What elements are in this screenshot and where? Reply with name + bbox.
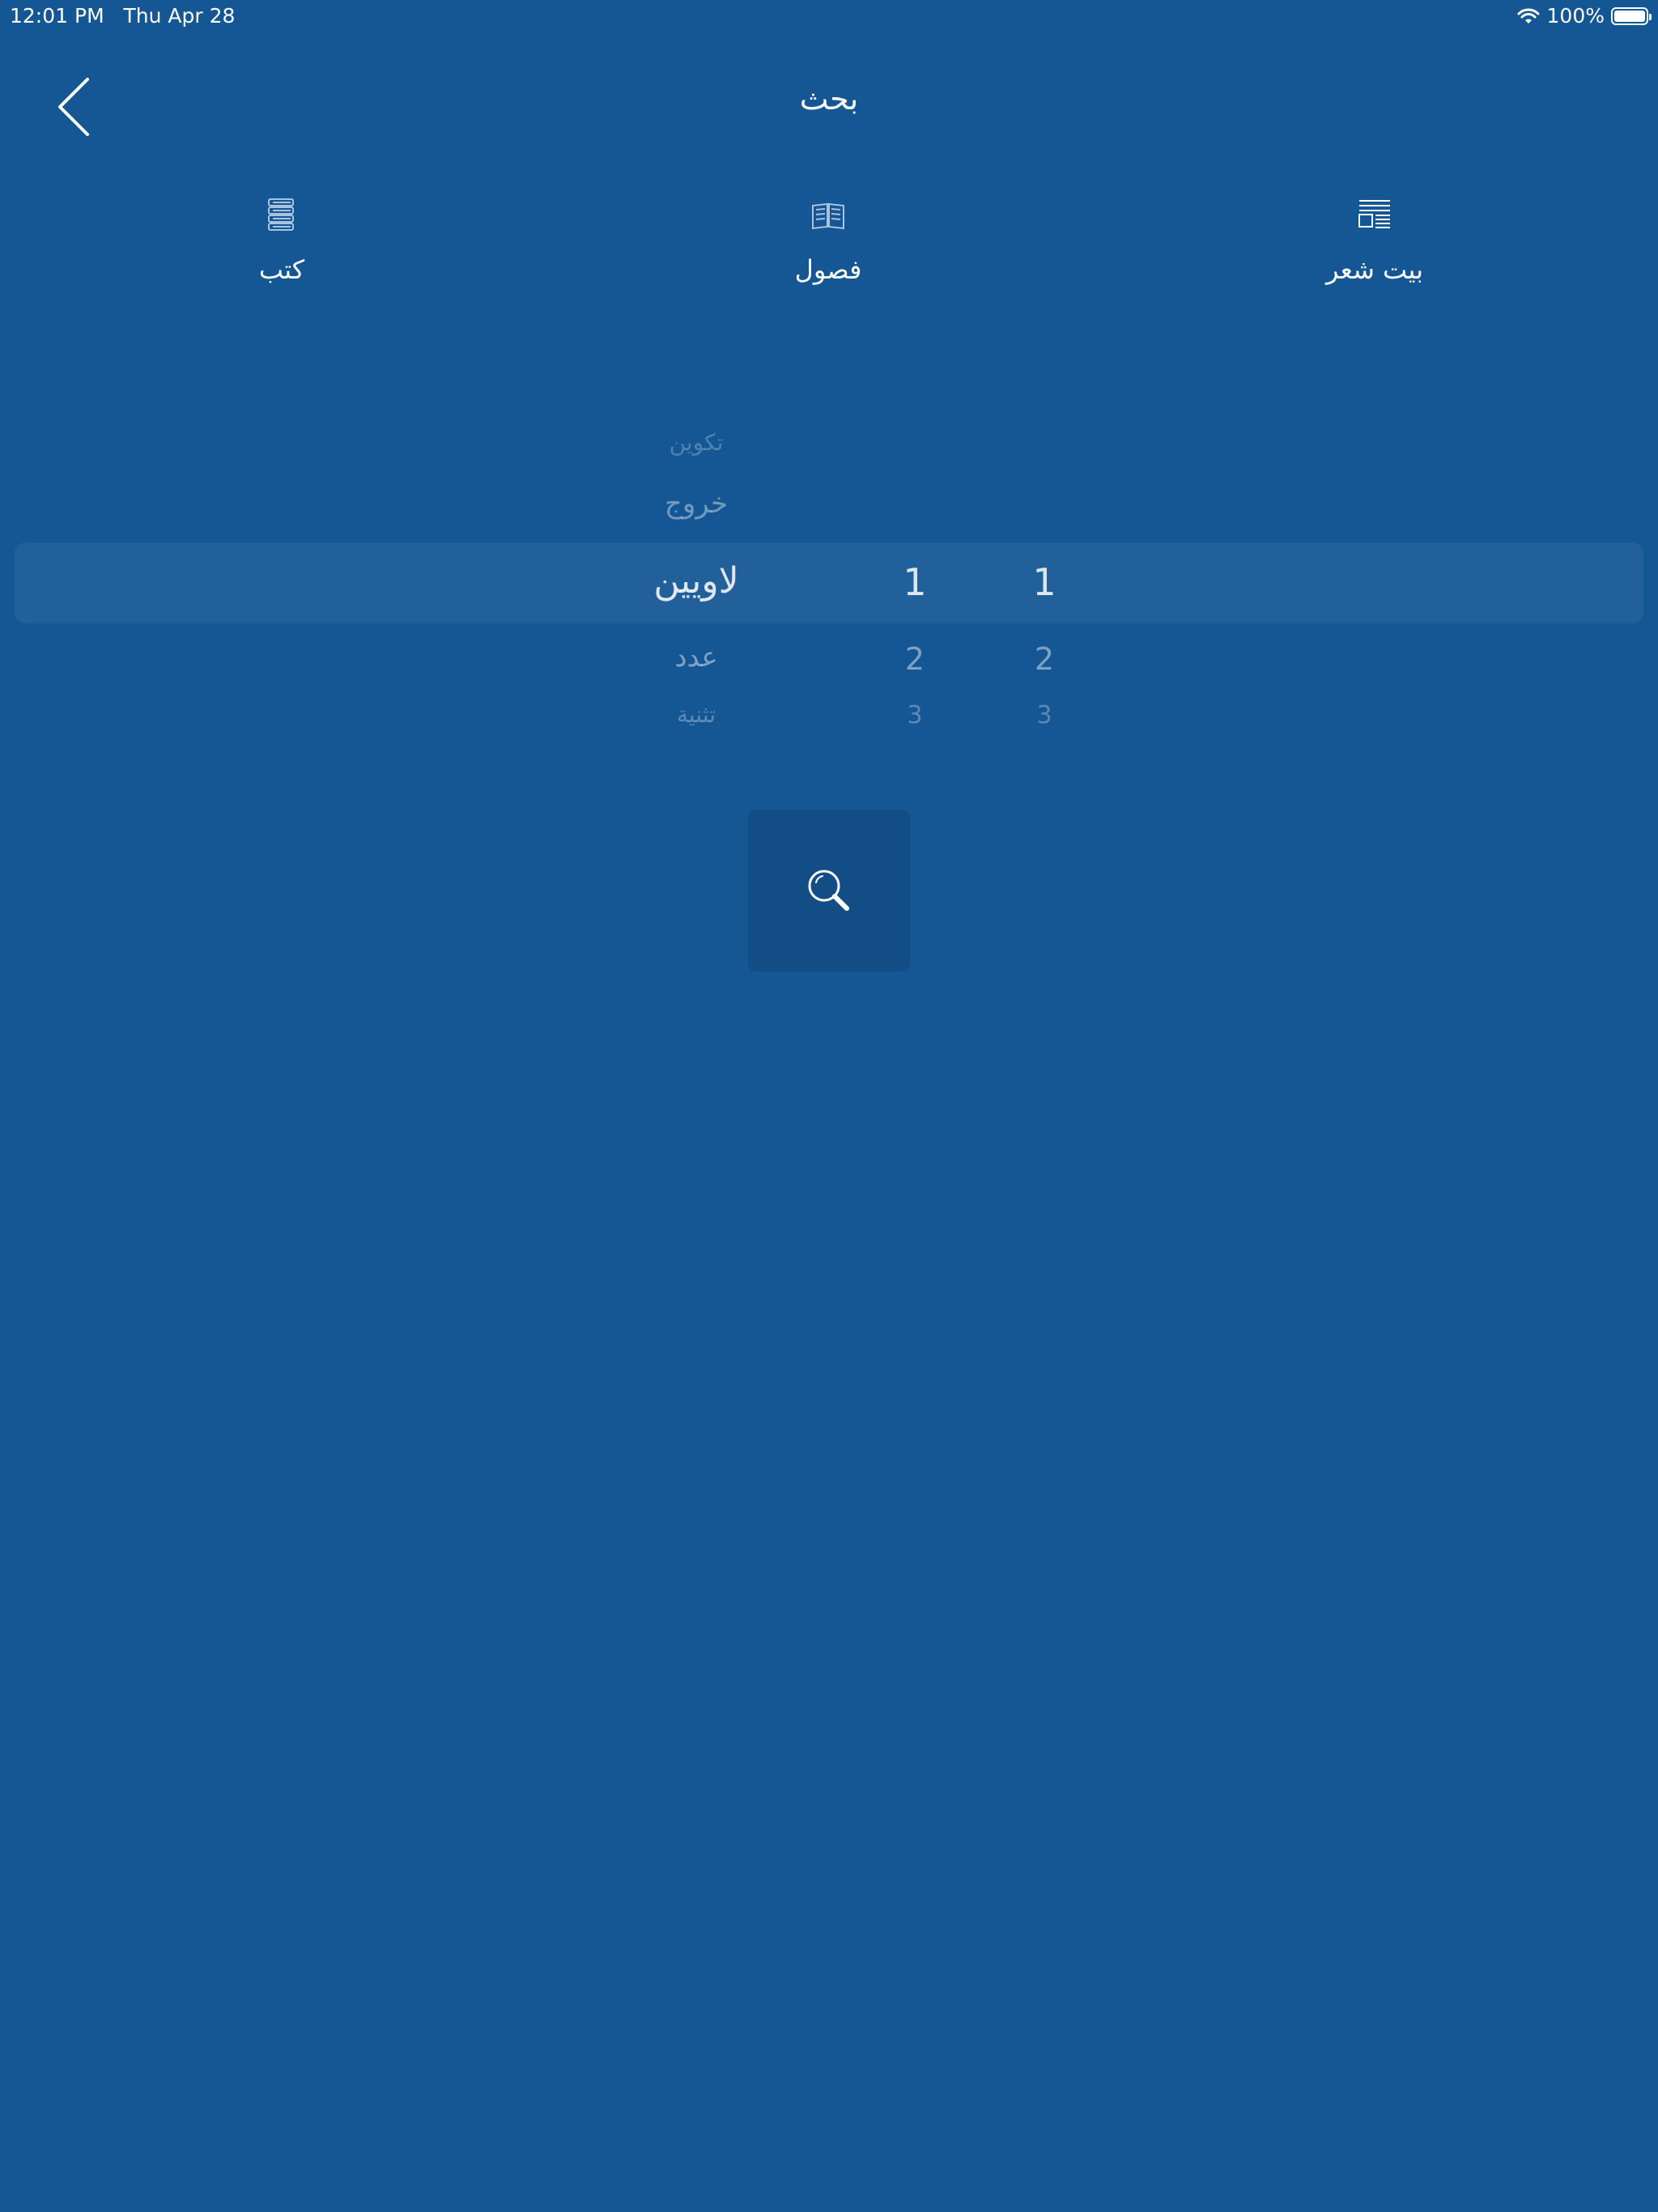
books-stack-icon [268, 198, 294, 231]
picker-book-item[interactable]: خروج [640, 487, 753, 520]
picker-book-item[interactable]: تكوين [640, 429, 753, 456]
tab-books-label: كتب [258, 254, 305, 285]
status-date: Thu Apr 28 [123, 4, 236, 28]
status-time: 12:01 PM [10, 4, 104, 28]
battery-icon [1611, 6, 1652, 25]
search-button[interactable] [748, 810, 910, 972]
battery-fill [1614, 10, 1645, 22]
article-icon [1358, 200, 1390, 228]
picker-chapter-item[interactable]: 2 [882, 641, 947, 677]
status-indicators: 100% [1516, 4, 1652, 28]
tab-verse[interactable]: بيت شعر [1269, 194, 1480, 285]
picker-verse-item[interactable]: 2 [1012, 641, 1077, 677]
picker-book-item-selected[interactable]: لاويين [640, 560, 753, 602]
nav-bar: بحث [0, 57, 1658, 154]
picker-chapter-item-selected[interactable]: 1 [882, 560, 947, 604]
reference-picker[interactable]: تكوين خروج لاويين عدد تثنية 1 2 3 1 2 3 [0, 413, 1658, 761]
picker-book-item[interactable]: عدد [640, 641, 753, 674]
status-bar: 12:01 PM Thu Apr 28 100% [0, 0, 1658, 32]
page-title: بحث [799, 81, 859, 117]
wifi-icon [1517, 8, 1540, 23]
tab-books[interactable]: كتب [176, 194, 387, 285]
battery-percent: 100% [1546, 4, 1605, 28]
tab-chapters[interactable]: فصول [723, 194, 933, 285]
tab-chapters-label: فصول [794, 254, 862, 285]
picker-verse-item-selected[interactable]: 1 [1012, 560, 1077, 604]
tab-verse-label: بيت شعر [1325, 254, 1424, 285]
battery-tip [1649, 13, 1652, 20]
search-type-tabs: كتب فصول بيت شعر [0, 194, 1658, 324]
status-time-date: 12:01 PM Thu Apr 28 [10, 4, 235, 28]
picker-selection-band [15, 542, 1643, 623]
picker-chapter-item[interactable]: 3 [882, 701, 947, 730]
picker-verse-item[interactable]: 3 [1012, 701, 1077, 730]
search-icon [808, 870, 849, 911]
open-book-icon [812, 202, 844, 230]
picker-book-item[interactable]: تثنية [640, 701, 753, 728]
